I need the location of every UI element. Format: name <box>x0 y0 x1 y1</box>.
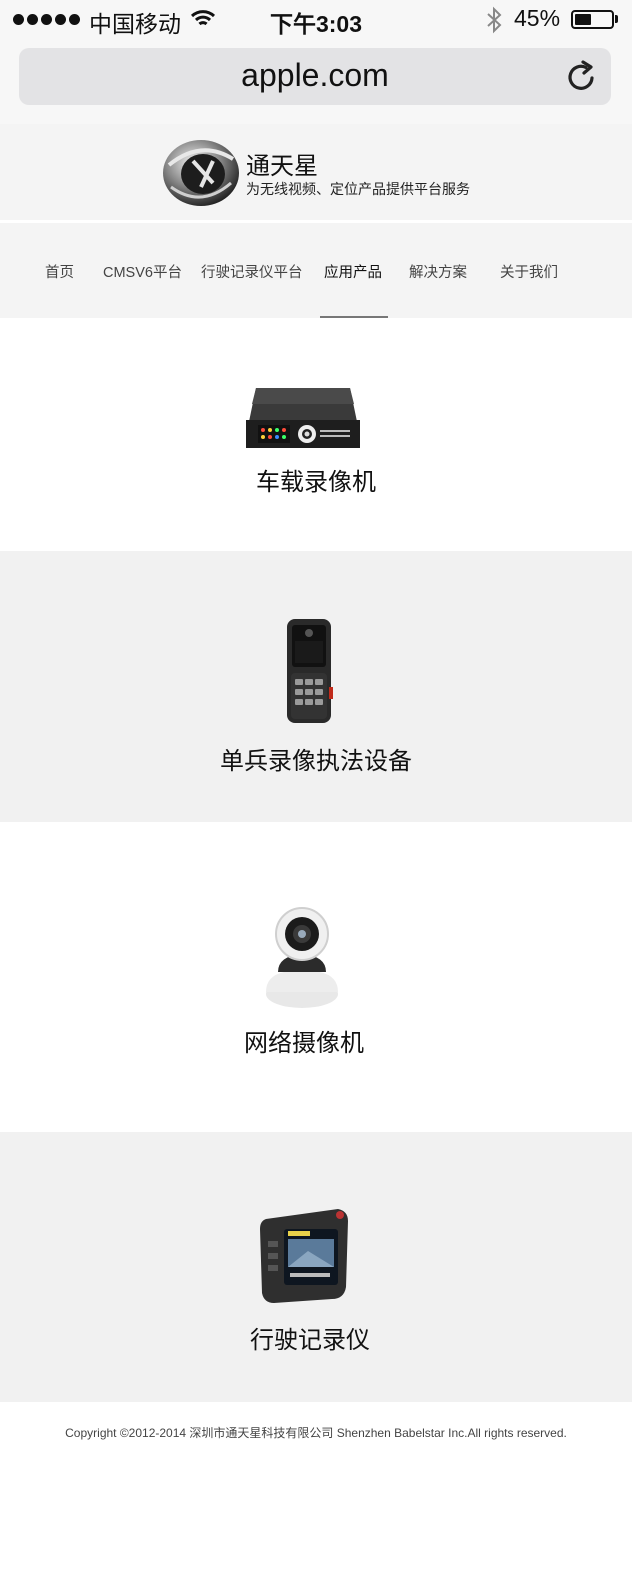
body-camera-icon <box>287 619 333 723</box>
battery-nub <box>615 15 618 23</box>
footer-copyright: Copyright ©2012-2014 深圳市通天星科技有限公司 Shenzh… <box>65 1426 567 1440</box>
ip-camera-icon <box>266 907 338 1008</box>
product-title-ip-camera[interactable]: 网络摄像机 <box>0 1023 620 1058</box>
battery-percent: 45% <box>514 5 561 31</box>
battery-icon <box>571 10 614 29</box>
nav-item-about[interactable]: 关于我们 <box>500 261 558 282</box>
nav-item-cmsv6[interactable]: CMSV6平台 <box>103 261 182 282</box>
product-title-vehicle-dvr[interactable]: 车载录像机 <box>0 462 632 497</box>
bluetooth-icon <box>487 6 502 34</box>
product-title-body-camera[interactable]: 单兵录像执法设备 <box>0 741 632 776</box>
nav-item-products[interactable]: 应用产品 <box>324 261 382 282</box>
nav-item-recorder-platform[interactable]: 行驶记录仪平台 <box>201 261 303 282</box>
dashcam-icon <box>260 1209 348 1303</box>
nav-item-home[interactable]: 首页 <box>45 261 74 282</box>
vehicle-dvr-icon <box>246 388 360 448</box>
product-title-dashcam[interactable]: 行驶记录仪 <box>0 1320 626 1355</box>
nav-item-solutions[interactable]: 解决方案 <box>409 261 467 282</box>
brand-name[interactable]: 通天星 <box>246 146 318 181</box>
brand-tagline: 为无线视频、定位产品提供平台服务 <box>246 181 470 197</box>
address-bar-url[interactable]: apple.com <box>19 57 611 94</box>
brand-logo-icon[interactable] <box>161 137 241 209</box>
reload-icon[interactable] <box>566 60 598 94</box>
battery-level-fill <box>575 14 591 25</box>
